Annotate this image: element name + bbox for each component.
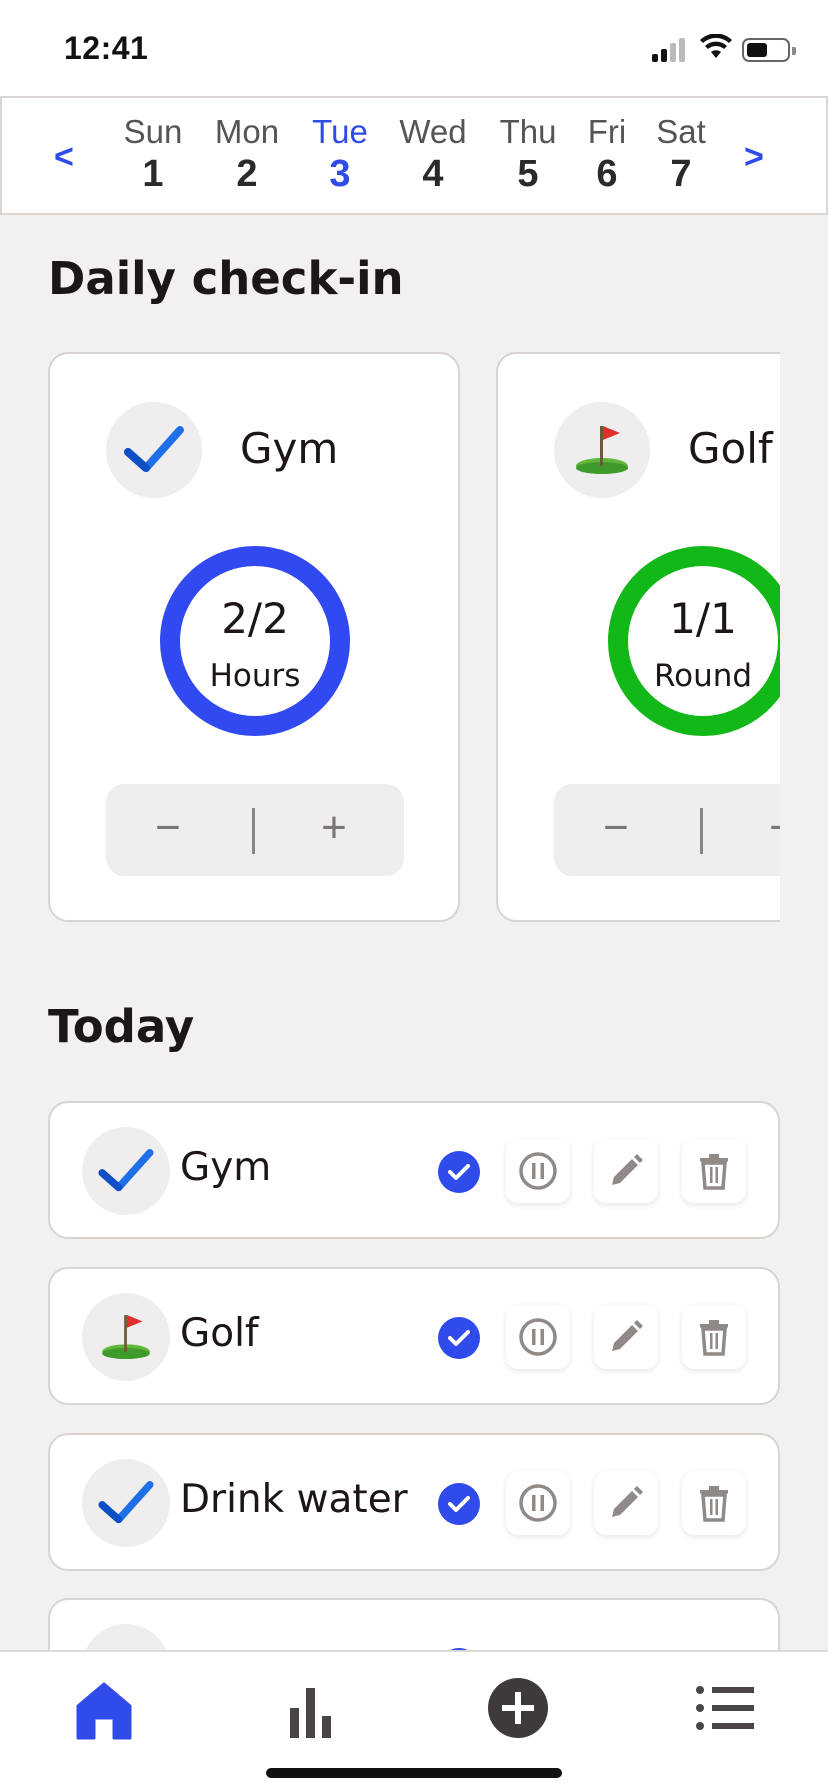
status-bar: 12:41 [0,0,828,96]
checkin-card-golf[interactable]: Golf 1/1 Round − + [496,352,780,922]
checkin-card-gym[interactable]: Gym 2/2 Hours − + [48,352,460,922]
blue-check-icon [98,1481,154,1524]
signal-icon [652,38,688,62]
pause-button[interactable] [506,1139,570,1203]
completed-check-icon[interactable] [438,1151,480,1193]
day-sat[interactable]: Sat 7 [636,114,726,198]
habit-icon [106,402,202,498]
day-number: 3 [329,153,351,195]
pause-button[interactable] [506,1471,570,1535]
edit-icon [612,1320,643,1351]
edit-button[interactable] [594,1305,658,1369]
progress-unit: Round [653,658,753,694]
habit-row-gym[interactable]: Gym [48,1101,780,1239]
edit-button[interactable] [594,1139,658,1203]
pause-icon [519,1152,557,1190]
nav-list[interactable] [686,1670,766,1750]
golf-flag-icon [102,1315,150,1359]
list-icon [696,1686,754,1730]
day-wed[interactable]: Wed 4 [388,114,478,198]
progress-value: 1/1 [669,594,737,643]
stepper-divider [700,808,703,854]
progress-ring: 1/1 Round [608,546,780,736]
edit-button[interactable] [594,1471,658,1535]
home-icon [76,1682,132,1740]
delete-icon [700,1320,728,1356]
day-sun[interactable]: Sun 1 [108,114,198,198]
day-thu[interactable]: Thu 5 [483,114,573,198]
increment-button[interactable]: + [304,798,364,862]
habit-icon [82,1459,170,1547]
habit-name: Gym [240,424,339,473]
day-name: Wed [399,113,467,150]
day-tue[interactable]: Tue 3 [295,114,385,198]
habit-name: Golf [180,1311,259,1356]
pause-button[interactable] [506,1305,570,1369]
next-week-button[interactable]: > [744,138,764,177]
home-indicator [266,1768,562,1778]
blue-check-icon [124,426,184,472]
progress-ring: 2/2 Hours [160,546,350,736]
delete-icon [700,1486,728,1522]
golf-flag-icon [576,426,628,474]
nav-add[interactable] [478,1670,558,1750]
day-name: Thu [499,113,557,150]
day-name: Sat [656,113,706,150]
decrement-button[interactable]: − [586,798,646,862]
prev-week-button[interactable]: < [54,138,74,177]
edit-icon [612,1154,643,1185]
checkin-title: Daily check-in [48,252,404,305]
quantity-stepper: − + [106,784,404,876]
status-time: 12:41 [64,30,149,66]
edit-icon [612,1486,643,1517]
day-name: Tue [312,113,368,150]
wifi-icon [700,34,732,58]
habit-name: Gym [180,1145,272,1190]
habit-name: Golf [688,424,773,473]
nav-stats[interactable] [270,1670,350,1750]
delete-button[interactable] [682,1471,746,1535]
today-title: Today [48,1000,195,1053]
completed-check-icon[interactable] [438,1317,480,1359]
stats-icon [290,1688,331,1738]
stepper-divider [252,808,255,854]
habit-icon [82,1127,170,1215]
quantity-stepper: − + [554,784,780,876]
habit-row-partial[interactable] [48,1598,780,1658]
delete-button[interactable] [682,1139,746,1203]
delete-icon [700,1154,728,1190]
day-name: Sun [123,113,183,150]
delete-button[interactable] [682,1305,746,1369]
decrement-button[interactable]: − [138,798,198,862]
checkin-carousel[interactable]: Gym 2/2 Hours − + Golf 1/1 Round − [48,352,780,924]
progress-unit: Hours [209,658,301,694]
habit-row-drink-water[interactable]: Drink water [48,1433,780,1571]
progress-value: 2/2 [221,594,289,643]
day-mon[interactable]: Mon 2 [202,114,292,198]
day-number: 7 [670,153,692,195]
habit-icon [554,402,650,498]
nav-home[interactable] [64,1670,144,1750]
day-number: 5 [517,153,539,195]
battery-icon [742,38,796,62]
add-icon [488,1678,548,1738]
habit-name: Drink water [180,1477,408,1522]
week-selector: < Sun 1 Mon 2 Tue 3 Wed 4 Thu 5 Fri 6 Sa… [0,96,828,215]
blue-check-icon [98,1149,154,1192]
completed-check-icon[interactable] [438,1483,480,1525]
pause-icon [519,1318,557,1356]
habit-row-golf[interactable]: Golf [48,1267,780,1405]
habit-icon [82,1293,170,1381]
day-name: Mon [214,113,280,150]
day-number: 4 [422,153,444,195]
increment-button[interactable]: + [752,798,780,862]
day-number: 1 [142,153,164,195]
pause-icon [519,1484,557,1522]
day-number: 2 [236,153,258,195]
